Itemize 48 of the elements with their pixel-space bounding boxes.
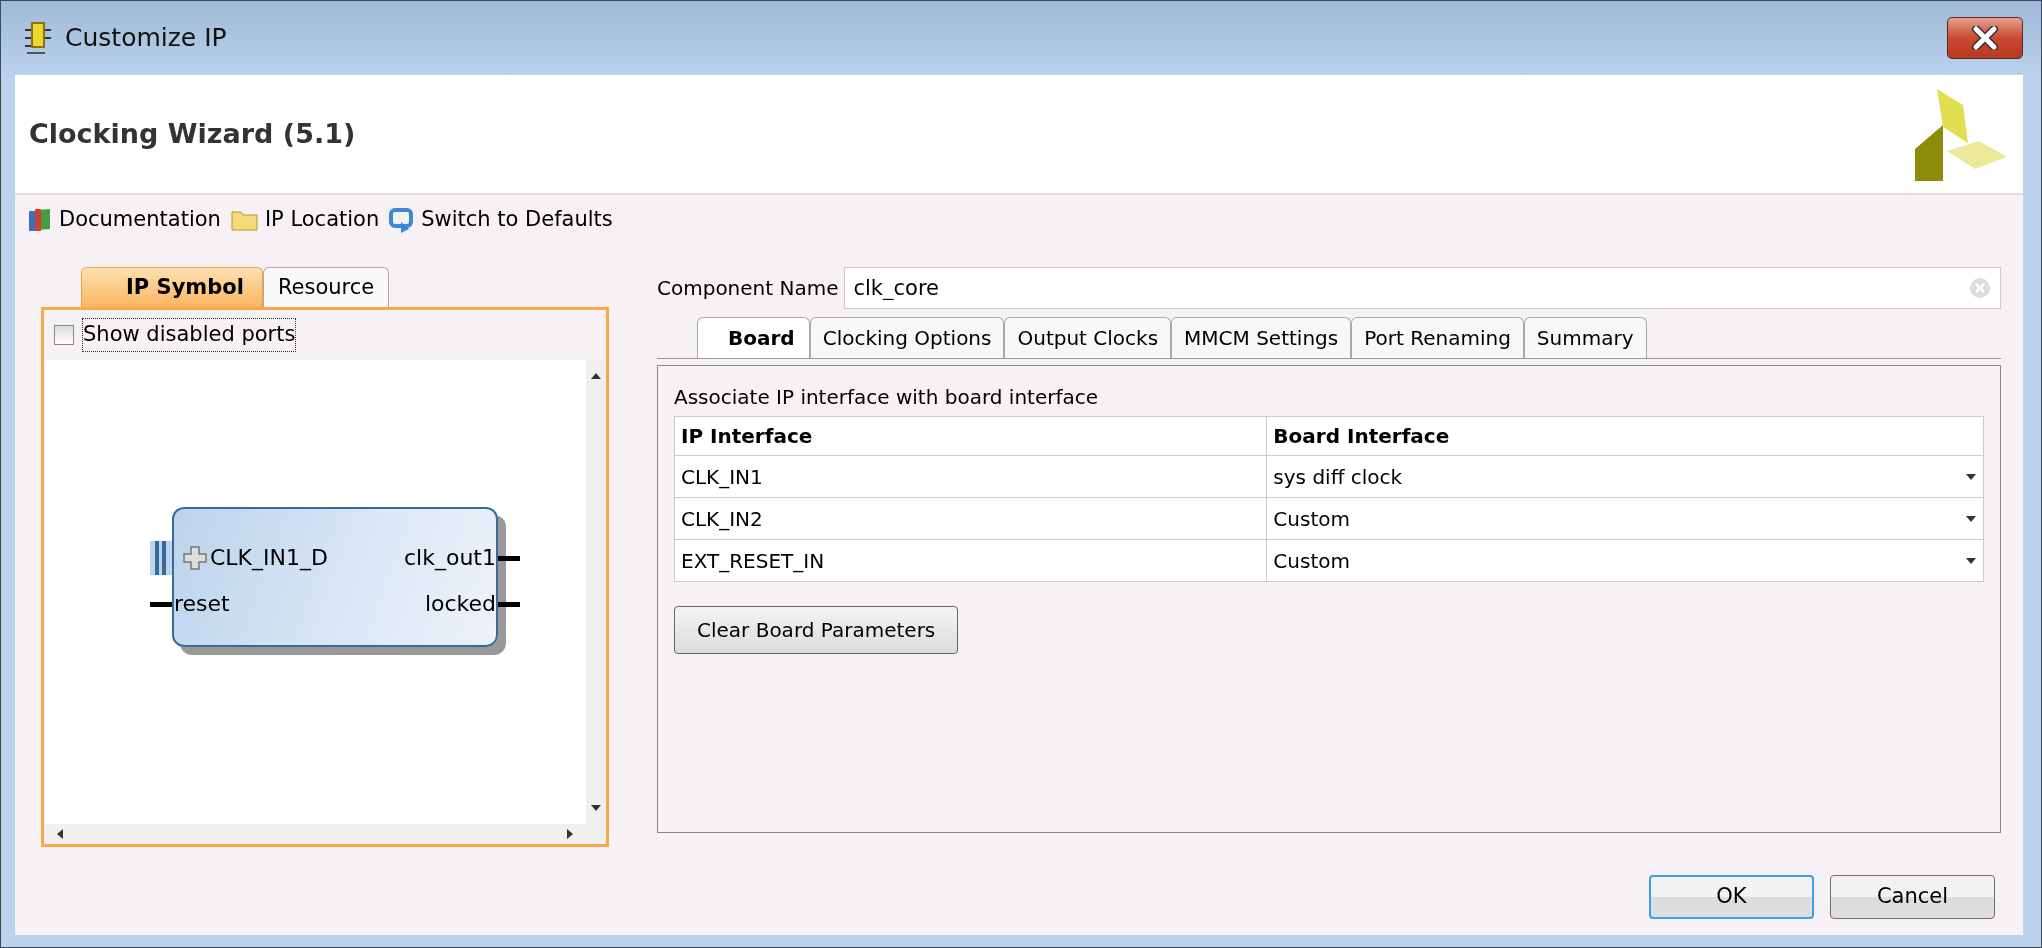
dropdown-arrow-icon: [1965, 472, 1977, 481]
port-label: CLK_IN1_D: [174, 540, 328, 575]
dropdown-cell[interactable]: sys diff clock: [1266, 455, 1984, 498]
tab[interactable]: IP Symbol: [81, 266, 263, 307]
books-icon: [27, 207, 53, 233]
port-label: clk_out1: [404, 540, 496, 575]
port-label: reset: [174, 586, 328, 621]
dropdown-arrow-icon: [1965, 514, 1977, 523]
scroll-down-icon[interactable]: [590, 804, 602, 812]
chip-icon: [23, 21, 53, 55]
wizard-title: Clocking Wizard (5.1): [29, 116, 356, 151]
caption: Associate IP interface with board interface: [674, 384, 1100, 411]
scroll-right-icon[interactable]: [566, 828, 574, 840]
dialog-button[interactable]: Cancel: [1830, 875, 1995, 919]
folder-icon: [230, 208, 259, 232]
dropdown-cell[interactable]: Custom: [1266, 539, 1984, 582]
close-icon: [1970, 26, 2000, 50]
field-label: Component Name: [657, 275, 839, 302]
tab[interactable]: Summary: [1523, 317, 1647, 358]
tab[interactable]: Resource: [262, 266, 390, 307]
column-header: Board Interface: [1266, 416, 1984, 456]
checkbox-label[interactable]: Show disabled ports: [82, 318, 297, 352]
toolbar-link[interactable]: Documentation: [27, 204, 221, 236]
tab[interactable]: Port Renaming: [1351, 317, 1524, 358]
checkbox[interactable]: [54, 324, 74, 345]
table-cell: CLK_IN1: [674, 455, 1267, 498]
dropdown-cell[interactable]: Custom: [1266, 497, 1984, 540]
horizontal-scrollbar[interactable]: [44, 824, 586, 844]
component-name-field[interactable]: clk_core: [844, 267, 2001, 309]
column-header: IP Interface: [674, 416, 1267, 456]
tab[interactable]: Clocking Options: [809, 317, 1005, 358]
vertical-scrollbar[interactable]: [586, 359, 606, 824]
close-button[interactable]: [1947, 17, 2023, 59]
tab[interactable]: MMCM Settings: [1171, 317, 1352, 358]
window-title: Customize IP: [65, 22, 227, 55]
tab[interactable]: Output Clocks: [1004, 317, 1172, 358]
toolbar-link[interactable]: Switch to Defaults: [389, 204, 613, 236]
clear-button[interactable]: Clear Board Parameters: [674, 606, 959, 654]
port-label: locked: [424, 586, 496, 621]
scroll-left-icon[interactable]: [56, 828, 64, 840]
dropdown-arrow-icon: [1965, 556, 1977, 565]
dialog-button[interactable]: OK: [1649, 875, 1814, 919]
toolbar-link[interactable]: IP Location: [230, 204, 380, 236]
table-cell: EXT_RESET_IN: [674, 539, 1267, 582]
tab[interactable]: Board: [697, 317, 810, 358]
logo-icon: [1913, 87, 2007, 181]
scroll-up-icon[interactable]: [590, 371, 602, 380]
table-cell: CLK_IN2: [674, 497, 1267, 540]
